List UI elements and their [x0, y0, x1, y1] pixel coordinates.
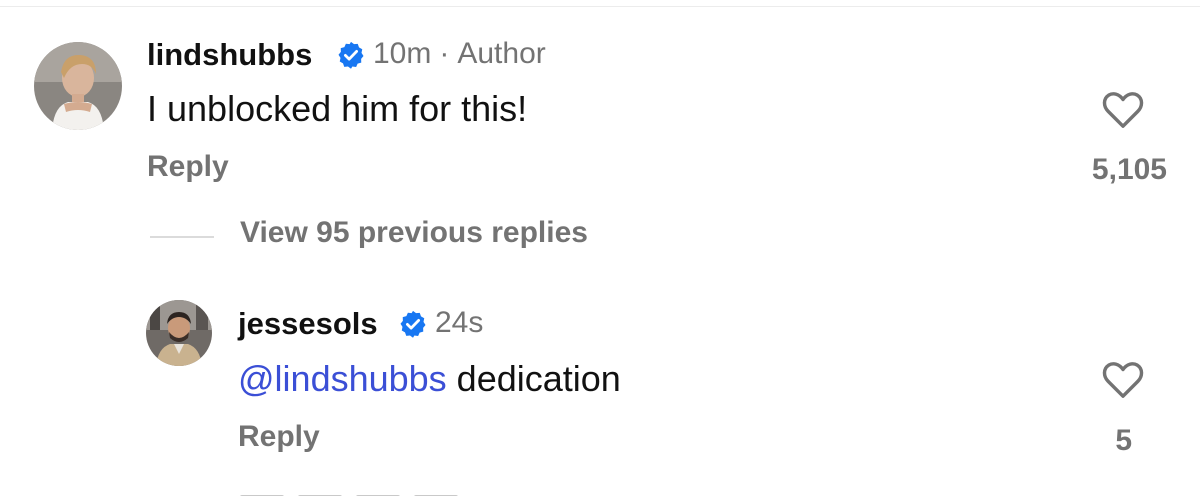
avatar[interactable]	[146, 300, 212, 366]
author-badge: Author	[457, 37, 546, 70]
verified-badge-icon	[398, 309, 428, 339]
avatar-photo-woman-icon	[34, 42, 122, 130]
verified-badge-icon	[336, 40, 366, 70]
separator: ·	[439, 37, 450, 70]
username[interactable]: lindshubbs	[147, 37, 312, 73]
like-count: 5	[1115, 424, 1132, 457]
avatar-photo-man-icon	[146, 300, 212, 366]
top-divider	[0, 0, 1200, 7]
like-count: 5,105	[1091, 153, 1167, 186]
mention-link[interactable]: @lindshubbs	[238, 358, 447, 399]
username[interactable]: jessesols	[238, 306, 378, 342]
reply-text: @lindshubbs dedication	[238, 358, 621, 400]
comment-meta: 10m · Author	[373, 37, 546, 71]
timestamp: 24s	[435, 306, 484, 339]
like-heart-icon[interactable]	[1100, 358, 1146, 400]
reply-button[interactable]: Reply	[238, 420, 320, 454]
timestamp: 10m	[373, 37, 432, 70]
like-heart-icon[interactable]	[1100, 88, 1146, 130]
comment-text: I unblocked him for this!	[147, 88, 528, 129]
reply-button[interactable]: Reply	[147, 150, 229, 184]
view-previous-replies-button[interactable]: View 95 previous replies	[240, 216, 588, 250]
cut-off-content	[240, 486, 540, 496]
view-replies-divider	[150, 236, 214, 238]
reply-body: dedication	[446, 358, 621, 399]
avatar[interactable]	[34, 42, 122, 130]
